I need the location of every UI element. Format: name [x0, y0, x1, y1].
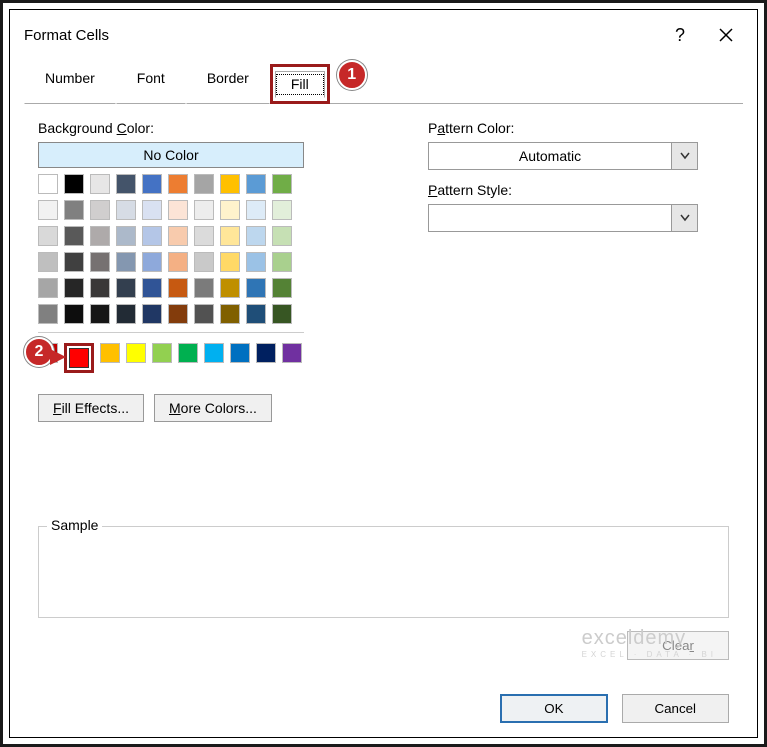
- color-swatch[interactable]: [38, 226, 58, 246]
- color-swatch[interactable]: [246, 252, 266, 272]
- tab-number[interactable]: Number: [24, 64, 116, 104]
- color-swatch[interactable]: [194, 304, 214, 324]
- more-colors-button[interactable]: More Colors...: [154, 394, 272, 422]
- pattern-color-value: Automatic: [429, 148, 671, 164]
- color-swatch[interactable]: [194, 278, 214, 298]
- color-swatch[interactable]: [194, 174, 214, 194]
- color-swatch[interactable]: [204, 343, 224, 363]
- color-swatch[interactable]: [90, 226, 110, 246]
- chevron-down-icon: [671, 143, 697, 169]
- color-swatch[interactable]: [220, 200, 240, 220]
- color-swatch[interactable]: [90, 200, 110, 220]
- color-swatch[interactable]: [64, 304, 84, 324]
- close-button[interactable]: [703, 20, 749, 50]
- color-swatch[interactable]: [64, 278, 84, 298]
- color-swatch[interactable]: [64, 200, 84, 220]
- color-swatch[interactable]: [220, 304, 240, 324]
- color-swatch[interactable]: [194, 226, 214, 246]
- color-swatch[interactable]: [272, 226, 292, 246]
- chevron-down-icon: [671, 205, 697, 231]
- color-swatch[interactable]: [64, 226, 84, 246]
- color-swatch[interactable]: [142, 200, 162, 220]
- color-swatch[interactable]: [220, 278, 240, 298]
- color-swatch[interactable]: [230, 343, 250, 363]
- sample-label: Sample: [47, 517, 102, 533]
- color-swatch[interactable]: [272, 200, 292, 220]
- color-swatch[interactable]: [38, 278, 58, 298]
- tab-fill[interactable]: Fill 1: [270, 64, 330, 104]
- color-swatch[interactable]: [142, 174, 162, 194]
- color-swatch[interactable]: [38, 304, 58, 324]
- color-swatch[interactable]: [116, 278, 136, 298]
- color-swatch[interactable]: [220, 174, 240, 194]
- color-swatch[interactable]: [272, 304, 292, 324]
- tab-border[interactable]: Border: [186, 64, 270, 104]
- color-swatch[interactable]: [272, 252, 292, 272]
- color-swatch[interactable]: [246, 174, 266, 194]
- no-color-button[interactable]: No Color: [38, 142, 304, 168]
- sample-fieldset: Sample: [38, 526, 729, 618]
- color-swatch[interactable]: [142, 304, 162, 324]
- cancel-button[interactable]: Cancel: [622, 694, 730, 723]
- color-swatch[interactable]: [246, 304, 266, 324]
- color-swatch[interactable]: [90, 174, 110, 194]
- color-swatch[interactable]: [142, 226, 162, 246]
- color-swatch[interactable]: [142, 278, 162, 298]
- color-swatch[interactable]: [168, 200, 188, 220]
- color-swatch[interactable]: [116, 252, 136, 272]
- color-swatch[interactable]: [246, 278, 266, 298]
- color-swatch[interactable]: [64, 252, 84, 272]
- sample-preview: [49, 541, 718, 607]
- color-swatch[interactable]: [272, 174, 292, 194]
- pattern-color-label: Pattern Color:: [428, 120, 698, 136]
- color-swatch[interactable]: [168, 174, 188, 194]
- color-swatch[interactable]: [246, 226, 266, 246]
- color-swatch[interactable]: [194, 252, 214, 272]
- standard-color-row: 2: [38, 343, 366, 376]
- color-swatch[interactable]: [282, 343, 302, 363]
- color-swatch[interactable]: [220, 226, 240, 246]
- color-swatch[interactable]: [38, 174, 58, 194]
- watermark: exceldemy EXCEL · DATA · BI: [582, 627, 717, 659]
- color-swatch[interactable]: [152, 343, 172, 363]
- tab-font[interactable]: Font: [116, 64, 186, 104]
- background-color-label: Background Color:: [38, 120, 366, 136]
- ok-button[interactable]: OK: [500, 694, 607, 723]
- color-swatch[interactable]: [116, 304, 136, 324]
- color-swatch[interactable]: [256, 343, 276, 363]
- pattern-style-select[interactable]: [428, 204, 698, 232]
- color-swatch[interactable]: [116, 200, 136, 220]
- callout-1: 1: [337, 60, 367, 90]
- color-swatch[interactable]: [64, 174, 84, 194]
- fill-effects-button[interactable]: Fill Effects...: [38, 394, 144, 422]
- pattern-style-label: Pattern Style:: [428, 182, 698, 198]
- pattern-color-select[interactable]: Automatic: [428, 142, 698, 170]
- color-swatch[interactable]: [168, 278, 188, 298]
- color-swatch[interactable]: [168, 304, 188, 324]
- color-swatch[interactable]: [90, 278, 110, 298]
- dialog-title: Format Cells: [24, 27, 109, 44]
- color-swatch[interactable]: [100, 343, 120, 363]
- color-swatch[interactable]: [168, 252, 188, 272]
- color-swatch[interactable]: [90, 304, 110, 324]
- help-button[interactable]: ?: [657, 20, 703, 50]
- color-swatch[interactable]: [116, 226, 136, 246]
- color-swatch[interactable]: [38, 252, 58, 272]
- color-swatch[interactable]: [142, 252, 162, 272]
- color-swatch-red[interactable]: [69, 348, 89, 368]
- color-swatch[interactable]: [168, 226, 188, 246]
- close-icon: [719, 28, 733, 42]
- color-swatch[interactable]: [90, 252, 110, 272]
- color-swatch[interactable]: [38, 200, 58, 220]
- color-swatch[interactable]: [116, 174, 136, 194]
- color-swatch[interactable]: [178, 343, 198, 363]
- color-swatch[interactable]: [126, 343, 146, 363]
- color-swatch[interactable]: [220, 252, 240, 272]
- color-swatch[interactable]: [194, 200, 214, 220]
- theme-color-row: [38, 174, 366, 194]
- color-swatch[interactable]: [246, 200, 266, 220]
- color-swatch[interactable]: [272, 278, 292, 298]
